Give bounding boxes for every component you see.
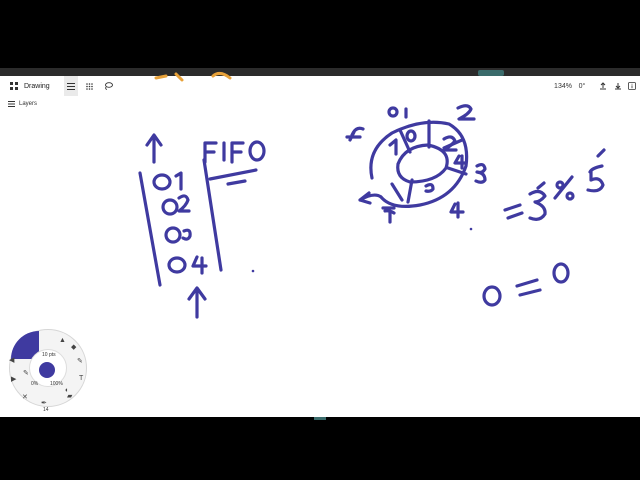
radial-tool-menu[interactable]: 10 pts 0% 100% 14 ▲ ◆ ✎ T ◐ ▰ ◀ ▶ ✕ ✎ ✒ [9,329,87,415]
bottom-bar [0,417,640,480]
text-tool-icon[interactable]: T [79,375,83,382]
opacity-max-label: 100% [50,381,63,387]
opacity-min-label: 0% [31,381,39,387]
bottom-indicator [314,417,326,420]
handwritten-ink [138,104,606,319]
equality-expression [482,262,570,307]
stray-dots [251,227,473,273]
drawing-canvas[interactable] [0,68,640,417]
modulo-expression [503,148,606,221]
pen-color-icon[interactable]: ✒ [41,399,47,407]
highlighter-icon[interactable]: ▲ [59,337,66,344]
fifo-queue-drawing [138,133,266,319]
brush-size-label: 10 pts [42,352,56,358]
shape-icon[interactable]: ◆ [71,343,76,351]
fill-icon[interactable]: ▰ [67,392,72,400]
right-arrow-icon[interactable]: ▶ [11,375,16,383]
pencil-icon[interactable]: ✎ [23,369,29,377]
close-icon[interactable]: ✕ [22,393,28,401]
left-arrow-icon[interactable]: ◀ [9,356,14,364]
orange-partial-strokes [154,71,232,82]
tool-size-value: 14 [43,407,49,413]
circular-queue-drawing [345,104,487,224]
eraser-icon[interactable]: ✎ [77,357,83,365]
brush-color-swatch[interactable] [39,362,55,378]
